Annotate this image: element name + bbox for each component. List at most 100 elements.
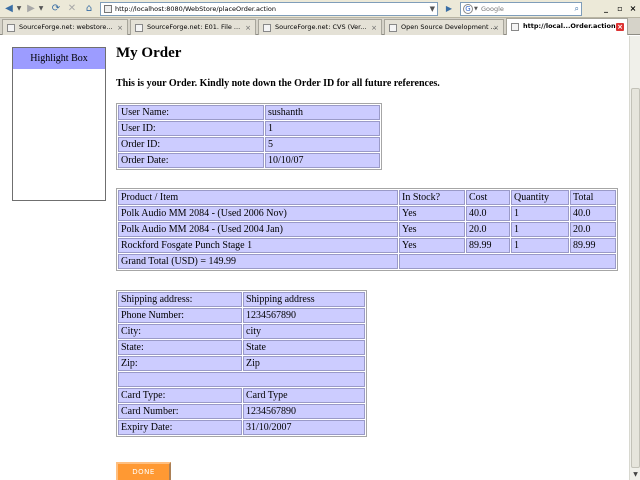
scroll-down-arrow-icon[interactable]: ▼ bbox=[631, 470, 640, 479]
tab-favicon-icon bbox=[511, 23, 519, 31]
table-header-row: Product / Item In Stock? Cost Quantity T… bbox=[118, 190, 616, 205]
vertical-scrollbar[interactable]: ▼ bbox=[629, 36, 640, 480]
tab-label: http://local...Order.action bbox=[523, 22, 616, 30]
grand-total-row: Grand Total (USD) = 149.99 bbox=[118, 254, 616, 269]
forward-dropdown-icon[interactable]: ▼ bbox=[37, 2, 45, 16]
page-viewport: Highlight Box My Order This is your Orde… bbox=[0, 36, 629, 480]
order-id-label: Order ID: bbox=[118, 137, 264, 152]
shipping-address-label: Shipping address: bbox=[118, 292, 242, 307]
tab-sourceforge-file[interactable]: SourceForge.net: E01. File ... × bbox=[130, 19, 256, 35]
go-button-icon[interactable]: ▶ bbox=[442, 2, 456, 16]
card-number-label: Card Number: bbox=[118, 404, 242, 419]
tab-favicon-icon bbox=[135, 24, 143, 32]
shipping-info-table: Shipping address: Shipping address Phone… bbox=[116, 290, 367, 437]
page-favicon-icon bbox=[104, 5, 112, 13]
cell-cost: 40.0 bbox=[466, 206, 510, 221]
cell-product: Polk Audio MM 2084 - (Used 2006 Nov) bbox=[118, 206, 398, 221]
page-title: My Order bbox=[116, 45, 182, 61]
tab-sourceforge-cvs[interactable]: SourceForge.net: CVS (Ver... × bbox=[258, 19, 382, 35]
highlight-box-title: Highlight Box bbox=[13, 48, 105, 69]
phone-number-value: 1234567890 bbox=[243, 308, 365, 323]
card-number-value: 1234567890 bbox=[243, 404, 365, 419]
column-header-product: Product / Item bbox=[118, 190, 398, 205]
table-row: Zip: Zip bbox=[118, 356, 365, 371]
city-label: City: bbox=[118, 324, 242, 339]
card-type-value: Card Type bbox=[243, 388, 365, 403]
search-engine-dropdown-icon[interactable]: ▼ bbox=[474, 3, 478, 15]
address-bar[interactable]: http://localhost:8080/WebStore/placeOrde… bbox=[100, 2, 438, 16]
forward-icon[interactable]: ▶ bbox=[24, 2, 38, 16]
state-label: State: bbox=[118, 340, 242, 355]
tab-sourceforge-webstore[interactable]: SourceForge.net: webstore... × bbox=[2, 19, 128, 35]
tab-close-icon[interactable]: × bbox=[116, 24, 124, 32]
expiry-date-value: 31/10/2007 bbox=[243, 420, 365, 435]
tab-label: SourceForge.net: CVS (Ver... bbox=[275, 23, 367, 31]
expiry-date-label: Expiry Date: bbox=[118, 420, 242, 435]
cell-total: 40.0 bbox=[570, 206, 616, 221]
card-type-label: Card Type: bbox=[118, 388, 242, 403]
address-bar-url[interactable]: http://localhost:8080/WebStore/placeOrde… bbox=[115, 3, 276, 15]
scrollbar-thumb[interactable] bbox=[631, 88, 640, 468]
grand-total: Grand Total (USD) = 149.99 bbox=[118, 254, 398, 269]
tab-close-icon[interactable]: × bbox=[616, 23, 624, 31]
stop-icon[interactable]: ✕ bbox=[65, 2, 79, 16]
search-input[interactable] bbox=[481, 3, 565, 15]
tab-favicon-icon bbox=[7, 24, 15, 32]
home-icon[interactable]: ⌂ bbox=[82, 2, 96, 16]
cell-quantity: 1 bbox=[511, 222, 569, 237]
column-header-quantity: Quantity bbox=[511, 190, 569, 205]
phone-number-label: Phone Number: bbox=[118, 308, 242, 323]
order-intro-text: This is your Order. Kindly note down the… bbox=[116, 78, 440, 89]
google-search-engine-icon[interactable]: G bbox=[463, 4, 473, 14]
tab-favicon-icon bbox=[389, 24, 397, 32]
order-date-value: 10/10/07 bbox=[265, 153, 380, 168]
state-value: State bbox=[243, 340, 365, 355]
tab-close-icon[interactable]: × bbox=[492, 24, 500, 32]
highlight-box: Highlight Box bbox=[12, 47, 106, 201]
zip-label: Zip: bbox=[118, 356, 242, 371]
table-spacer bbox=[118, 372, 365, 387]
tab-place-order[interactable]: http://local...Order.action × bbox=[506, 18, 628, 35]
table-row: Order Date: 10/10/07 bbox=[118, 153, 380, 168]
table-row: User Name: sushanth bbox=[118, 105, 380, 120]
address-history-dropdown-icon[interactable]: ▼ bbox=[430, 3, 435, 15]
table-row: Phone Number: 1234567890 bbox=[118, 308, 365, 323]
user-id-value: 1 bbox=[265, 121, 380, 136]
back-icon[interactable]: ◀ bbox=[2, 2, 16, 16]
tab-close-icon[interactable]: × bbox=[370, 24, 378, 32]
cell-product: Rockford Fosgate Punch Stage 1 bbox=[118, 238, 398, 253]
browser-toolbar: ◀ ▼ ▶ ▼ ⟳ ✕ ⌂ http://localhost:8080/WebS… bbox=[0, 0, 640, 18]
tab-close-icon[interactable]: × bbox=[244, 24, 252, 32]
tab-label: SourceForge.net: E01. File ... bbox=[147, 23, 241, 31]
order-date-label: Order Date: bbox=[118, 153, 264, 168]
cell-total: 89.99 bbox=[570, 238, 616, 253]
user-info-table: User Name: sushanth User ID: 1 Order ID:… bbox=[116, 103, 382, 170]
restore-window-icon[interactable]: ▫ bbox=[614, 3, 626, 15]
cell-cost: 20.0 bbox=[466, 222, 510, 237]
column-header-in-stock: In Stock? bbox=[399, 190, 465, 205]
tab-open-source-development[interactable]: Open Source Development ... × bbox=[384, 19, 504, 35]
close-window-icon[interactable]: × bbox=[627, 3, 639, 15]
search-bar[interactable]: G ▼ ⌕ bbox=[460, 2, 582, 16]
shipping-address-value: Shipping address bbox=[243, 292, 365, 307]
table-row: Shipping address: Shipping address bbox=[118, 292, 365, 307]
zip-value: Zip bbox=[243, 356, 365, 371]
done-button[interactable]: DONE bbox=[116, 462, 171, 480]
search-magnifier-icon[interactable]: ⌕ bbox=[575, 3, 579, 15]
user-name-label: User Name: bbox=[118, 105, 264, 120]
back-dropdown-icon[interactable]: ▼ bbox=[15, 2, 23, 16]
reload-icon[interactable]: ⟳ bbox=[49, 2, 63, 16]
table-row: Polk Audio MM 2084 - (Used 2004 Jan) Yes… bbox=[118, 222, 616, 237]
table-spacer-row bbox=[118, 372, 365, 387]
tab-label: Open Source Development ... bbox=[401, 23, 497, 31]
tab-label: SourceForge.net: webstore... bbox=[19, 23, 113, 31]
cell-product: Polk Audio MM 2084 - (Used 2004 Jan) bbox=[118, 222, 398, 237]
minimize-window-icon[interactable]: _ bbox=[600, 3, 612, 15]
table-row: Order ID: 5 bbox=[118, 137, 380, 152]
table-row: Card Number: 1234567890 bbox=[118, 404, 365, 419]
table-row: Expiry Date: 31/10/2007 bbox=[118, 420, 365, 435]
table-row: Card Type: Card Type bbox=[118, 388, 365, 403]
table-row: State: State bbox=[118, 340, 365, 355]
city-value: city bbox=[243, 324, 365, 339]
cell-quantity: 1 bbox=[511, 206, 569, 221]
